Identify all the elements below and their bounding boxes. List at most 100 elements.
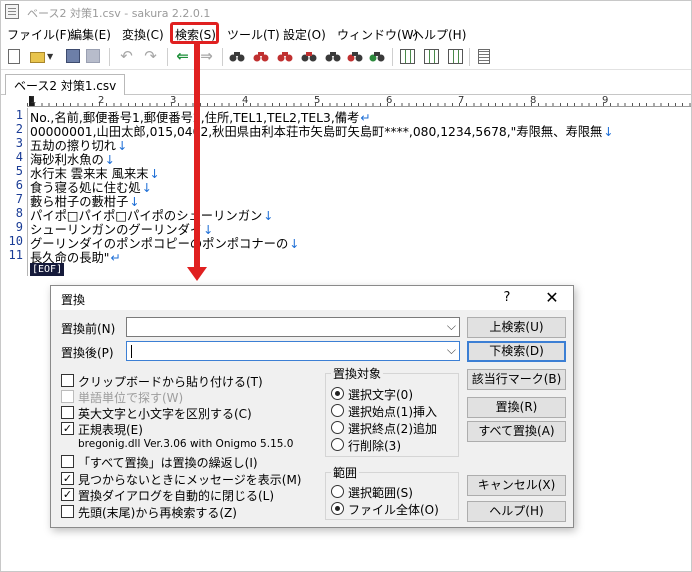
find-up-button[interactable]: 上検索(U) (467, 317, 566, 338)
find-input[interactable]: ⌵ (126, 317, 460, 337)
dialog-title: 置換 (61, 293, 86, 307)
search-prev-icon[interactable] (253, 48, 270, 65)
replace-all-button[interactable]: すべて置換(A) (467, 421, 566, 442)
ruler-label: 3 (170, 96, 177, 106)
line-number: 8 (15, 206, 23, 220)
menu-window[interactable]: ウィンドウ(W) (337, 26, 418, 43)
dialog-title-bar: 置換 ? ✕ (51, 286, 573, 310)
menu-file[interactable]: ファイル(F) (7, 26, 71, 43)
line-number: 11 (8, 248, 23, 262)
app-window: ベース2 対策1.csv - sakura 2.2.0.1 ファイル(F) 編集… (0, 0, 692, 572)
line-number: 2 (15, 122, 23, 136)
line-number: 1 (15, 108, 23, 122)
toolbar: ▼ ↶ ↷ ⇐ ⇒ (1, 44, 691, 70)
save-all-icon[interactable] (85, 48, 102, 65)
regex-library-note: bregonig.dll Ver.3.06 with Onigmo 5.15.0 (78, 438, 294, 450)
menu-convert[interactable]: 変換(C) (122, 26, 164, 43)
checkbox[interactable] (61, 505, 74, 518)
editor-line: 11 長久命の長助"↵ (1, 248, 691, 265)
menu-edit[interactable]: 編集(E) (70, 26, 111, 43)
save-icon[interactable] (65, 48, 82, 65)
cancel-button[interactable]: キャンセル(X) (467, 475, 566, 496)
radio[interactable] (331, 485, 344, 498)
close-icon[interactable]: ✕ (539, 287, 565, 309)
compare-icon[interactable] (423, 48, 440, 65)
checkbox[interactable] (61, 374, 74, 387)
radio-selected[interactable] (331, 502, 344, 515)
editor-line: 7 藪ら柑子の藪柑子↓ (1, 192, 691, 209)
radio-selected[interactable] (331, 387, 344, 400)
outline-icon[interactable] (399, 48, 416, 65)
eol-crlf-icon: ↵ (110, 251, 121, 265)
annotation-arrow-shaft (194, 44, 200, 270)
editor-line: 2 00000001,山田太郎,015,0402,秋田県由利本荘市矢島町矢島町**… (1, 122, 691, 139)
ruler-label: 4 (242, 96, 249, 106)
radio[interactable] (331, 438, 344, 451)
replace-input[interactable]: ⌵ (126, 341, 460, 361)
menu-bar: ファイル(F) 編集(E) 変換(C) 検索(S) ツール(T) 設定(O) ウ… (1, 23, 691, 43)
editor-line: 3 五劫の擦り切れ↓ (1, 136, 691, 153)
editor-area[interactable]: 1No.,名前,郵便番号1,郵便番号2,住所,TEL1,TEL2,TEL3,備考… (1, 108, 691, 278)
ruler-label: 5 (314, 96, 321, 106)
line-number: 10 (8, 234, 23, 248)
editor-line: 9 シューリンガンのグーリンダイ↓ (1, 220, 691, 237)
line-number: 9 (15, 220, 23, 234)
checkbox-checked[interactable]: ✓ (61, 488, 74, 501)
menu-tools[interactable]: ツール(T) (227, 26, 280, 43)
highlight-box (170, 22, 219, 44)
jump-forward-icon[interactable]: ⇒ (198, 48, 215, 65)
help-button[interactable]: ヘルプ(H) (467, 501, 566, 522)
tab-bar: ベース2 対策1.csv (1, 71, 691, 95)
undo-icon[interactable]: ↶ (118, 48, 135, 65)
replace-icon[interactable] (301, 48, 318, 65)
chevron-down-icon[interactable]: ⌵ (447, 343, 456, 358)
mark-lines-button[interactable]: 該当行マーク(B) (467, 369, 566, 390)
search-next-icon[interactable] (277, 48, 294, 65)
search-icon[interactable] (229, 48, 246, 65)
type-settings-icon[interactable] (447, 48, 464, 65)
editor-line: 1No.,名前,郵便番号1,郵便番号2,住所,TEL1,TEL2,TEL3,備考… (1, 108, 691, 125)
find-label: 置換前(N) (61, 322, 116, 336)
tag-jump-icon[interactable] (369, 48, 386, 65)
search-clear-icon[interactable] (347, 48, 364, 65)
annotation-arrow-head (187, 267, 207, 281)
ruler-label: 7 (458, 96, 465, 106)
line-number: 3 (15, 136, 23, 150)
editor-line: 4 海砂利水魚の↓ (1, 150, 691, 167)
checkbox (61, 390, 74, 403)
ruler-label: 6 (386, 96, 393, 106)
line-number: 4 (15, 150, 23, 164)
text-caret (131, 345, 132, 358)
editor-line: 6 食う寝る処に住む処↓ (1, 178, 691, 195)
checkbox-checked[interactable]: ✓ (61, 422, 74, 435)
settings-icon[interactable] (476, 48, 493, 65)
range-title: 範囲 (331, 464, 360, 481)
chevron-down-icon[interactable]: ⌵ (447, 319, 456, 334)
menu-help[interactable]: ヘルプ(H) (412, 26, 466, 43)
ruler-label: 8 (530, 96, 537, 106)
radio[interactable] (331, 404, 344, 417)
line-number: 6 (15, 178, 23, 192)
open-folder-icon[interactable] (29, 48, 46, 65)
replace-button[interactable]: 置換(R) (467, 397, 566, 418)
checkbox-checked[interactable]: ✓ (61, 472, 74, 485)
ruler: 1 2 3 4 5 6 7 8 9 (27, 96, 691, 107)
eof-marker: [EOF] (30, 263, 65, 276)
jump-back-icon[interactable]: ⇐ (174, 48, 191, 65)
editor-line: 10 グーリンダイのポンポコピーのポンポコナーの↓ (1, 234, 691, 251)
title-bar: ベース2 対策1.csv - sakura 2.2.0.1 (1, 1, 691, 23)
tab-document[interactable]: ベース2 対策1.csv (5, 74, 126, 95)
menu-settings[interactable]: 設定(O) (283, 26, 326, 43)
grep-icon[interactable] (325, 48, 342, 65)
replace-dialog: 置換 ? ✕ 置換前(N) ⌵ 置換後(P) ⌵ 上検索(U) 下検索(D) 該… (50, 285, 574, 528)
checkbox[interactable] (61, 455, 74, 468)
find-down-button[interactable]: 下検索(D) (467, 341, 566, 362)
line-number: 5 (15, 164, 23, 178)
help-icon[interactable]: ? (497, 288, 517, 308)
checkbox[interactable] (61, 406, 74, 419)
redo-icon[interactable]: ↷ (142, 48, 159, 65)
editor-line: 8 パイポ□パイポ□パイポのシューリンガン↓ (1, 206, 691, 223)
new-file-icon[interactable] (6, 48, 23, 65)
radio[interactable] (331, 421, 344, 434)
open-dropdown-icon[interactable]: ▼ (47, 48, 55, 65)
